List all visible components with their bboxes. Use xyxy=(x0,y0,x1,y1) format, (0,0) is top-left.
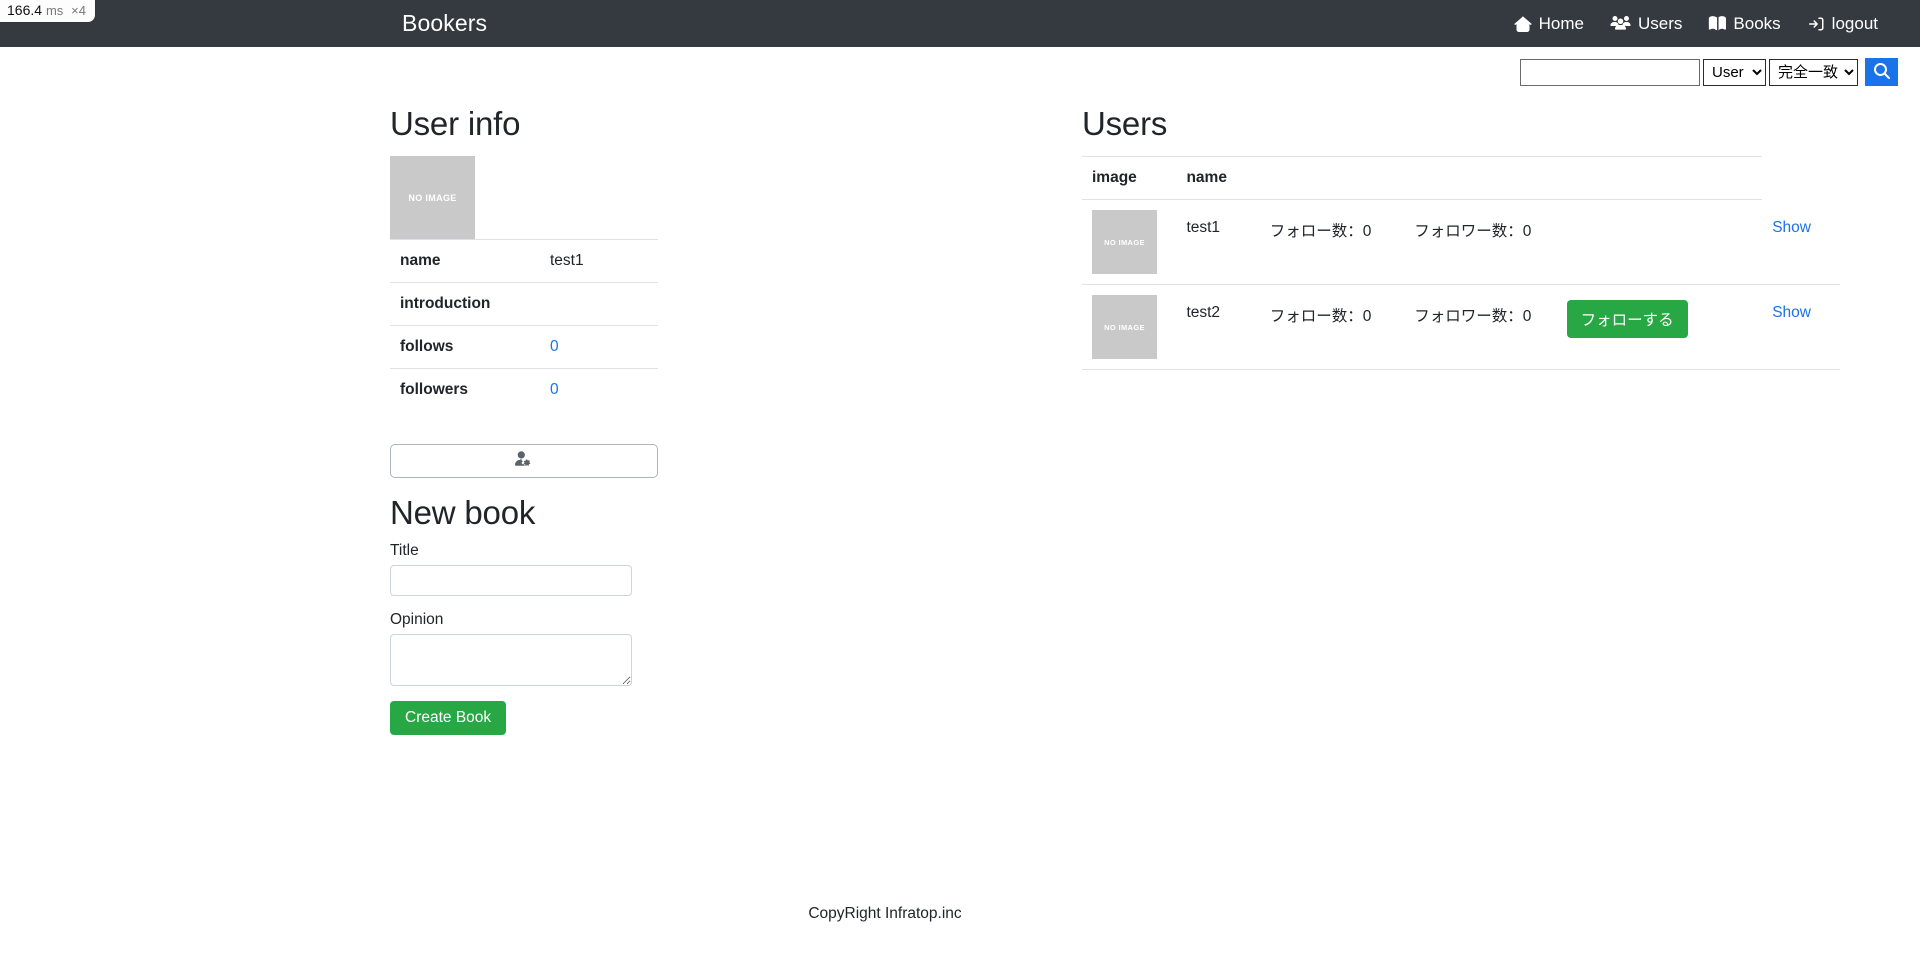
navbar: Bookers Home Users Books logout xyxy=(0,0,1920,47)
user-info-key: follows xyxy=(390,325,540,369)
show-link[interactable]: Show xyxy=(1772,304,1811,321)
footer-text: CopyRight Infratop.inc xyxy=(808,905,962,922)
nav-link-books-label: Books xyxy=(1733,13,1781,33)
follows-count-link[interactable]: 0 xyxy=(550,338,559,355)
home-icon xyxy=(1514,15,1532,32)
avatar: NO IMAGE xyxy=(1092,295,1157,359)
users-icon xyxy=(1610,15,1631,32)
table-row: introduction xyxy=(390,282,658,326)
user-name-cell: test1 xyxy=(1176,199,1260,285)
nav-link-home[interactable]: Home xyxy=(1514,14,1584,34)
perf-value: 166.4 xyxy=(7,2,43,18)
nav-link-users-label: Users xyxy=(1638,13,1683,33)
nav-link-books[interactable]: Books xyxy=(1708,13,1781,34)
user-info-value: test1 xyxy=(540,239,658,283)
footer: CopyRight Infratop.inc xyxy=(0,905,1920,923)
avatar: NO IMAGE xyxy=(1092,210,1157,274)
user-name-cell: test2 xyxy=(1176,284,1260,370)
follow-button[interactable]: フォローする xyxy=(1566,300,1688,338)
table-row: NO IMAGE test1 フォロー数：0 フォロワー数：0 Show xyxy=(1082,199,1840,285)
user-info-table: NO IMAGE name test1 introduction follows… xyxy=(390,156,658,411)
table-row: followers 0 xyxy=(390,368,658,411)
user-info-title: User info xyxy=(390,105,521,142)
nav-link-logout[interactable]: logout xyxy=(1807,14,1878,34)
user-image-cell: NO IMAGE xyxy=(1082,284,1177,370)
user-gear-icon xyxy=(515,451,533,471)
search-bar: UserBook 完全一致前方一致後方一致部分一致 xyxy=(0,47,1920,86)
search-input[interactable] xyxy=(1520,58,1700,86)
search-button[interactable] xyxy=(1865,58,1898,86)
perf-multiplier: ×4 xyxy=(71,3,86,18)
users-table-head: image name xyxy=(1082,156,1840,200)
column-header-image: image xyxy=(1082,156,1177,200)
nav-link-logout-label: logout xyxy=(1831,13,1878,33)
search-icon xyxy=(1873,62,1890,82)
user-info-key: name xyxy=(390,239,540,283)
user-image-cell: NO IMAGE xyxy=(1082,199,1177,285)
table-row: NO IMAGE test2 フォロー数：0 フォロワー数：0 フォローする S… xyxy=(1082,284,1840,370)
user-follows-cell: フォロー数：0 xyxy=(1259,199,1405,285)
users-panel: Users image name NO IMAGE test1 フォロー数：0 … xyxy=(692,105,1920,735)
user-info-key: followers xyxy=(390,368,540,411)
show-link[interactable]: Show xyxy=(1772,219,1811,236)
book-icon xyxy=(1708,15,1727,32)
followers-count-link[interactable]: 0 xyxy=(550,381,559,398)
search-match-select[interactable]: 完全一致前方一致後方一致部分一致 xyxy=(1769,58,1858,86)
user-followers-cell: フォロワー数：0 xyxy=(1404,284,1557,370)
book-title-label: Title xyxy=(390,542,419,559)
performance-badge: 166.4 ms ×4 xyxy=(0,0,95,22)
users-table: image name NO IMAGE test1 フォロー数：0 フォロワー数… xyxy=(1082,156,1840,370)
book-title-input[interactable] xyxy=(390,565,632,596)
users-title: Users xyxy=(1082,105,1168,142)
column-header-name: name xyxy=(1176,156,1763,200)
brand-logo[interactable]: Bookers xyxy=(402,10,487,37)
table-row: name test1 xyxy=(390,239,658,283)
users-table-header-row: image name xyxy=(1082,156,1840,200)
user-info-value: 0 xyxy=(540,368,658,411)
user-info-key: introduction xyxy=(390,282,540,326)
nav-link-home-label: Home xyxy=(1538,13,1585,33)
user-followers-cell: フォロワー数：0 xyxy=(1404,199,1557,285)
edit-user-button[interactable] xyxy=(390,444,658,478)
user-show-cell: Show xyxy=(1762,199,1840,285)
user-avatar-row: NO IMAGE xyxy=(390,156,658,240)
nav-link-users[interactable]: Users xyxy=(1610,14,1682,34)
logout-icon xyxy=(1807,16,1825,32)
user-show-cell: Show xyxy=(1762,284,1840,370)
table-row: follows 0 xyxy=(390,325,658,369)
user-follow-button-cell xyxy=(1556,199,1763,285)
user-info-value xyxy=(540,282,658,326)
search-model-select[interactable]: UserBook xyxy=(1703,58,1766,86)
user-info-panel: User info NO IMAGE name test1 introducti… xyxy=(390,105,720,735)
user-follows-cell: フォロー数：0 xyxy=(1259,284,1405,370)
avatar: NO IMAGE xyxy=(390,156,475,239)
create-book-button[interactable]: Create Book xyxy=(390,701,507,735)
user-avatar-cell: NO IMAGE xyxy=(390,156,658,240)
book-opinion-label: Opinion xyxy=(390,611,444,628)
user-info-value: 0 xyxy=(540,325,658,369)
users-table-body: NO IMAGE test1 フォロー数：0 フォロワー数：0 Show NO … xyxy=(1082,199,1840,370)
user-follow-button-cell: フォローする xyxy=(1556,284,1763,370)
book-opinion-textarea[interactable] xyxy=(390,634,632,686)
perf-unit: ms xyxy=(45,3,64,18)
new-book-title: New book xyxy=(390,494,536,531)
main-container: User info NO IMAGE name test1 introducti… xyxy=(0,105,1920,735)
nav-links: Home Users Books logout xyxy=(1514,14,1878,34)
